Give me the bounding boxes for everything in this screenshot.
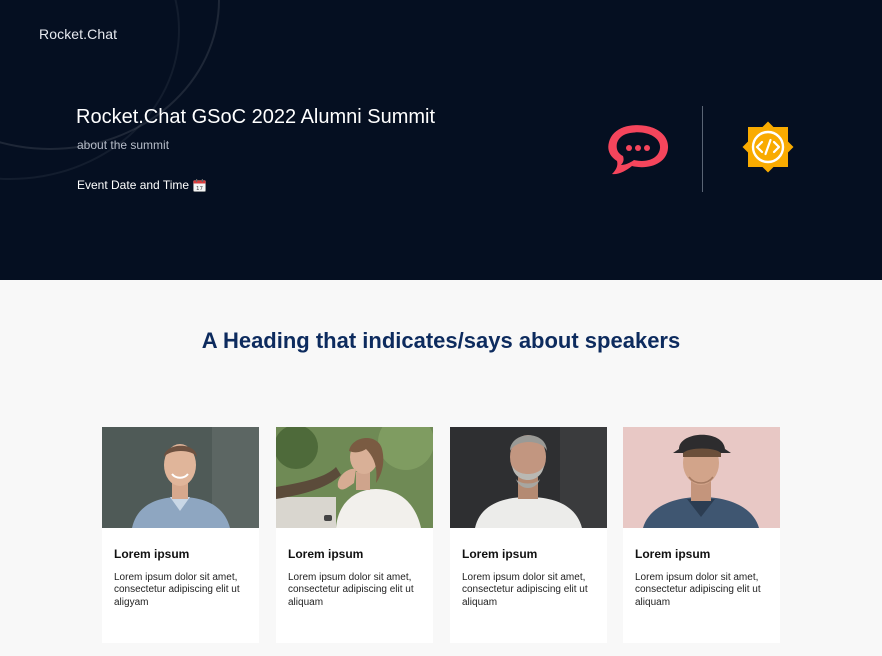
rocketchat-logo-icon [608, 125, 669, 175]
speaker-photo [102, 427, 259, 528]
speakers-heading: A Heading that indicates/says about spea… [201, 328, 681, 353]
event-date-label: Event Date and Time [77, 178, 190, 192]
speaker-description: Lorem ipsum dolor sit amet, consectetur … [288, 572, 414, 608]
calendar-icon: 17 [193, 178, 206, 192]
speaker-card[interactable]: Lorem ipsum Lorem ipsum dolor sit amet, … [274, 414, 434, 643]
speaker-card[interactable]: Lorem ipsum Lorem ipsum dolor sit amet, … [102, 427, 259, 643]
speaker-description: Lorem ipsum dolor sit amet, consectetur … [114, 572, 240, 608]
page-title: Rocket.Chat GSoC 2022 Alumni Summit [76, 106, 436, 128]
speaker-photo [623, 427, 780, 528]
speaker-photo [274, 414, 434, 528]
gsoc-logo-icon [742, 121, 794, 173]
speakers-section: A Heading that indicates/says about spea… [0, 280, 882, 656]
speaker-name: Lorem ipsum [114, 547, 190, 561]
speaker-photo [450, 427, 607, 528]
event-date-time: Event Date and Time 17 [77, 178, 206, 192]
speaker-name: Lorem ipsum [462, 547, 538, 561]
brand-logo-text[interactable]: Rocket.Chat [39, 26, 117, 42]
speaker-card[interactable]: Lorem ipsum Lorem ipsum dolor sit amet, … [623, 427, 780, 643]
speaker-description: Lorem ipsum dolor sit amet, consectetur … [462, 572, 588, 608]
logo-divider [702, 106, 703, 192]
speaker-name: Lorem ipsum [635, 547, 711, 561]
speaker-card[interactable]: Lorem ipsum Lorem ipsum dolor sit amet, … [450, 427, 607, 643]
speaker-description: Lorem ipsum dolor sit amet, consectetur … [635, 572, 761, 608]
hero-banner: Rocket.Chat Rocket.Chat GSoC 2022 Alumni… [0, 0, 882, 280]
svg-text:17: 17 [196, 186, 203, 192]
speaker-name: Lorem ipsum [288, 547, 364, 561]
page-subtitle: about the summit [77, 138, 170, 152]
